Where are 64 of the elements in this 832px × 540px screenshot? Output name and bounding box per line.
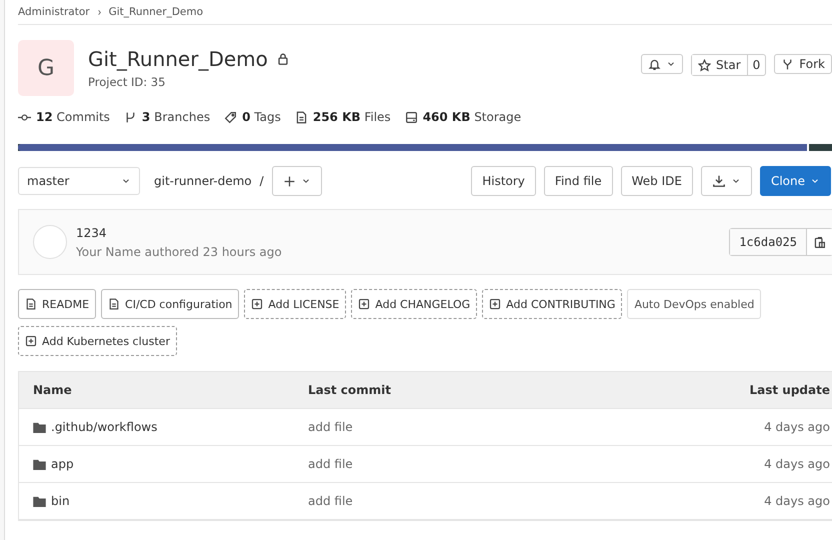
star-count[interactable]: 0 <box>746 55 766 75</box>
stat-link[interactable]: 460 KB Storage <box>404 110 522 124</box>
table-cell-text: add file <box>308 457 354 471</box>
drive-icon <box>404 110 418 124</box>
shortcut-link[interactable]: Auto DevOps enabled <box>627 289 762 319</box>
document-icon <box>294 110 308 124</box>
branch-icon <box>124 110 137 124</box>
project-id: Project ID: 35 <box>88 75 166 89</box>
fork-button[interactable]: Fork <box>774 54 832 74</box>
project-title: Git_Runner_Demo <box>88 47 268 71</box>
repository-path-link[interactable]: git-runner-demo <box>154 174 252 188</box>
shortcut-link[interactable]: CI/CD configuration <box>101 289 240 319</box>
stat-link[interactable]: 12 Commits <box>18 110 110 124</box>
column-header: Last commit <box>308 383 392 397</box>
stat-link[interactable]: 256 KB Files <box>294 110 391 124</box>
folder-icon <box>33 494 46 508</box>
download-icon <box>712 174 726 188</box>
clone-button[interactable]: Clone <box>760 166 831 196</box>
toolbar-button[interactable]: Web IDE <box>620 166 693 196</box>
plus-icon <box>282 174 296 188</box>
breadcrumb-link[interactable]: Administrator <box>18 6 90 18</box>
document-icon <box>108 298 120 310</box>
folder-icon <box>33 420 46 434</box>
table-cell-text: 4 days ago <box>763 457 831 471</box>
stat-link[interactable]: 0 Tags <box>224 110 281 124</box>
breadcrumb-link[interactable]: Git_Runner_Demo <box>108 6 204 18</box>
commit-sha: 1c6da025 <box>730 229 807 255</box>
clipboard-icon <box>813 236 826 248</box>
shortcut-link[interactable]: README <box>18 289 96 319</box>
star-icon <box>698 58 712 72</box>
notification-button[interactable] <box>641 54 684 74</box>
tag-icon <box>224 110 238 124</box>
branch-dropdown[interactable]: master <box>18 167 140 195</box>
chevron-right-icon <box>96 8 103 16</box>
plus-square-icon <box>489 298 502 310</box>
file-link[interactable]: app <box>33 457 308 471</box>
table-cell-text: 4 days ago <box>763 494 831 508</box>
commit-message[interactable]: 1234 <box>76 226 282 240</box>
bell-icon <box>648 58 662 70</box>
avatar-circle <box>33 225 67 259</box>
plus-square-icon <box>251 298 264 310</box>
path-separator: / <box>260 174 264 188</box>
download-button[interactable] <box>700 166 752 196</box>
document-icon <box>25 298 37 310</box>
plus-square-icon <box>358 298 370 310</box>
table-cell-text: add file <box>308 494 354 508</box>
table-cell-text: add file <box>308 420 354 434</box>
plus-square-icon <box>25 335 37 347</box>
column-header: Name <box>33 383 73 397</box>
folder-icon <box>33 458 46 470</box>
add-file-link[interactable]: Add CONTRIBUTING <box>482 289 622 319</box>
column-header: Last update <box>748 383 831 397</box>
add-file-link[interactable]: Add Kubernetes cluster <box>18 326 177 356</box>
toolbar-button[interactable]: History <box>471 166 536 196</box>
toolbar-button[interactable]: Find file <box>544 166 613 196</box>
stat-link[interactable]: 3 Branches <box>124 110 210 124</box>
add-file-link[interactable]: Add LICENSE <box>244 289 346 319</box>
file-link[interactable]: .github/workflows <box>33 420 308 434</box>
fork-icon <box>781 58 794 70</box>
add-file-link[interactable]: Add CHANGELOG <box>351 289 478 319</box>
project-avatar: G <box>18 40 74 96</box>
table-cell-text: 4 days ago <box>763 420 831 434</box>
commit-author: Your Name authored 23 hours ago <box>76 244 282 258</box>
file-link[interactable]: bin <box>33 494 308 508</box>
